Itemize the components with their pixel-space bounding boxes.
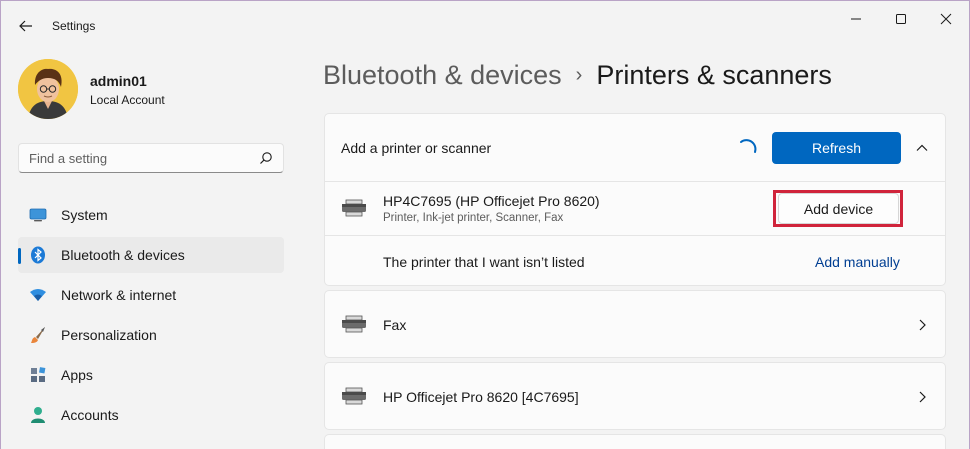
person-icon — [29, 406, 47, 424]
not-listed-label: The printer that I want isn’t listed — [383, 254, 585, 270]
printer-icon — [342, 315, 366, 333]
brush-icon — [29, 326, 47, 344]
sidebar-item-bluetooth-devices[interactable]: Bluetooth & devices — [18, 237, 284, 273]
search-icon[interactable] — [259, 151, 273, 165]
add-manually-link[interactable]: Add manually — [815, 254, 900, 270]
settings-window: Settings admin01 Local Account Find a se… — [0, 0, 970, 449]
sidebar-item-label: System — [61, 207, 108, 223]
device-name: HP4C7695 (HP Officejet Pro 8620) — [383, 193, 600, 209]
close-button[interactable] — [923, 5, 969, 33]
breadcrumb-separator: › — [575, 64, 583, 86]
minimize-button[interactable] — [833, 5, 879, 33]
sidebar-item-label: Bluetooth & devices — [61, 247, 185, 263]
chevron-right-icon — [919, 391, 926, 403]
add-printer-label: Add a printer or scanner — [341, 140, 492, 156]
avatar[interactable] — [18, 59, 78, 119]
sidebar-item-apps[interactable]: Apps — [18, 357, 284, 393]
printer-icon — [342, 199, 366, 217]
not-listed-row: The printer that I want isn’t listed Add… — [325, 236, 945, 285]
maximize-button[interactable] — [878, 5, 924, 33]
close-icon — [940, 13, 952, 25]
title-bar: Settings — [1, 1, 970, 47]
minimize-icon — [851, 18, 861, 20]
wifi-icon — [29, 286, 47, 304]
printer-name: Fax — [383, 317, 407, 333]
maximize-icon — [896, 14, 906, 24]
printer-item-hp-officejet[interactable]: HP Officejet Pro 8620 [4C7695] — [324, 362, 946, 430]
sidebar-item-network-internet[interactable]: Network & internet — [18, 277, 284, 313]
printer-icon — [342, 387, 366, 405]
device-details: Printer, Ink-jet printer, Scanner, Fax — [383, 212, 564, 224]
page-title: Printers & scanners — [596, 60, 832, 90]
breadcrumb-parent[interactable]: Bluetooth & devices — [323, 60, 562, 90]
search-input[interactable] — [19, 144, 255, 172]
search-box — [18, 143, 284, 173]
user-avatar-icon — [18, 59, 78, 119]
user-name: admin01 — [90, 73, 147, 89]
bluetooth-icon — [29, 246, 47, 264]
sidebar-item-label: Network & internet — [61, 287, 177, 303]
highlight-box — [773, 190, 903, 227]
sidebar-item-accounts[interactable]: Accounts — [18, 397, 284, 433]
arrow-left-icon — [19, 20, 32, 32]
loading-spinner-icon — [740, 139, 757, 153]
add-printer-card: Add a printer or scanner Refresh HP4C769… — [324, 113, 946, 286]
monitor-icon — [29, 206, 47, 224]
sidebar-item-label: Accounts — [61, 407, 119, 423]
back-button[interactable] — [11, 13, 41, 39]
account-type: Local Account — [90, 93, 165, 107]
add-printer-header-row[interactable]: Add a printer or scanner Refresh — [325, 114, 945, 181]
sidebar-item-label: Personalization — [61, 327, 157, 343]
printer-item-partial[interactable] — [324, 434, 946, 449]
sidebar-item-system[interactable]: System — [18, 197, 284, 233]
chevron-up-icon[interactable] — [915, 141, 929, 155]
app-title: Settings — [52, 19, 96, 33]
chevron-right-icon — [919, 319, 926, 331]
printer-name: HP Officejet Pro 8620 [4C7695] — [383, 389, 579, 405]
breadcrumb: Bluetooth & devices › Printers & scanners — [323, 60, 832, 91]
apps-icon — [29, 366, 47, 384]
refresh-button[interactable]: Refresh — [772, 132, 901, 164]
printer-item-fax[interactable]: Fax — [324, 290, 946, 358]
active-indicator — [18, 248, 21, 264]
sidebar-item-personalization[interactable]: Personalization — [18, 317, 284, 353]
sidebar-item-label: Apps — [61, 367, 93, 383]
found-device-row: HP4C7695 (HP Officejet Pro 8620) Printer… — [325, 182, 945, 235]
